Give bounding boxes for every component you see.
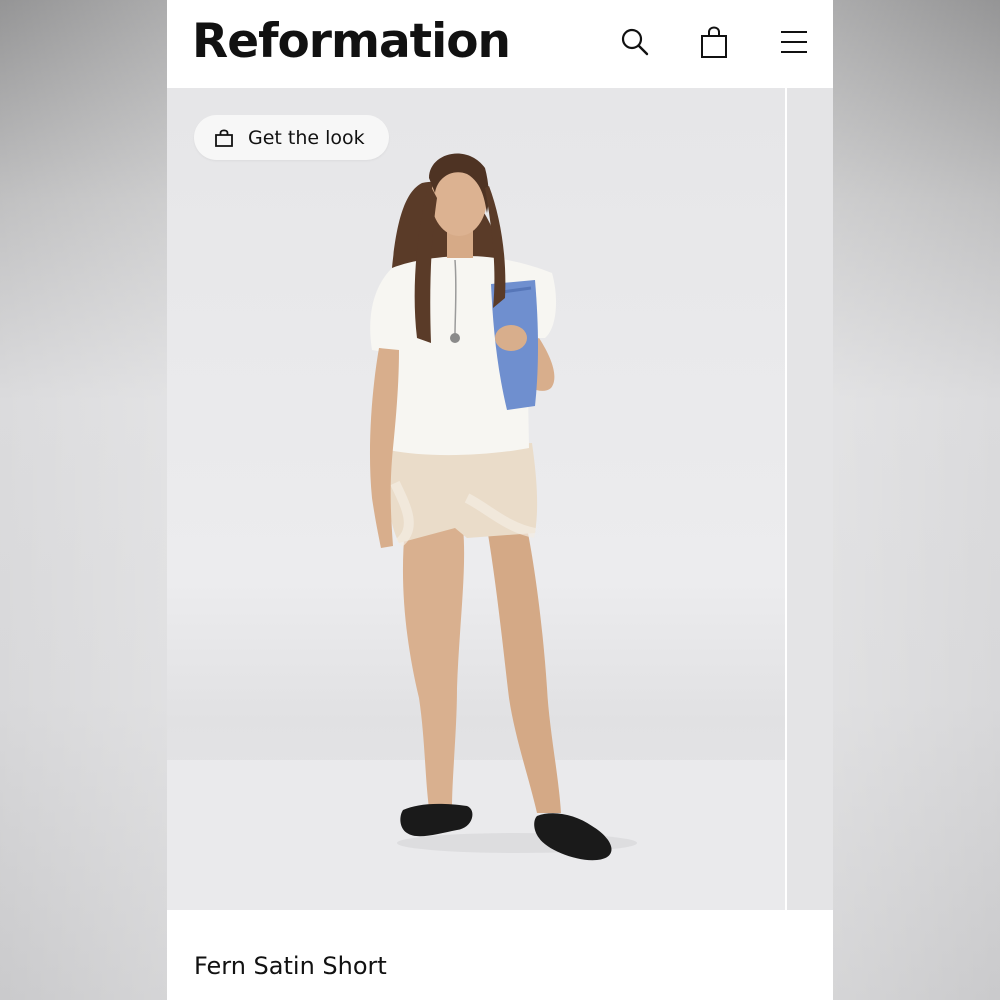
brand-logo[interactable]: Reformation <box>192 14 511 69</box>
left-blur-backdrop <box>0 0 167 1000</box>
shopping-bag-icon <box>701 26 727 58</box>
search-icon <box>621 28 649 56</box>
search-button[interactable] <box>617 24 653 60</box>
mobile-viewport: Reformation Get the look Fern Satin Shor… <box>167 0 833 1000</box>
next-image-peek[interactable] <box>787 88 833 910</box>
shopping-bag-icon <box>215 128 233 147</box>
product-image-carousel[interactable]: Get the look <box>167 88 785 910</box>
get-the-look-label: Get the look <box>248 126 365 149</box>
screen-frame: Reformation Get the look Fern Satin Shor… <box>0 0 1000 1000</box>
site-header: Reformation <box>167 0 833 88</box>
hamburger-menu-icon <box>781 31 807 53</box>
product-photo <box>167 153 785 910</box>
right-blur-backdrop <box>833 0 1000 1000</box>
get-the-look-button[interactable]: Get the look <box>194 115 389 160</box>
product-title: Fern Satin Short <box>194 952 387 980</box>
menu-button[interactable] <box>776 24 812 60</box>
cart-button[interactable] <box>696 24 732 60</box>
